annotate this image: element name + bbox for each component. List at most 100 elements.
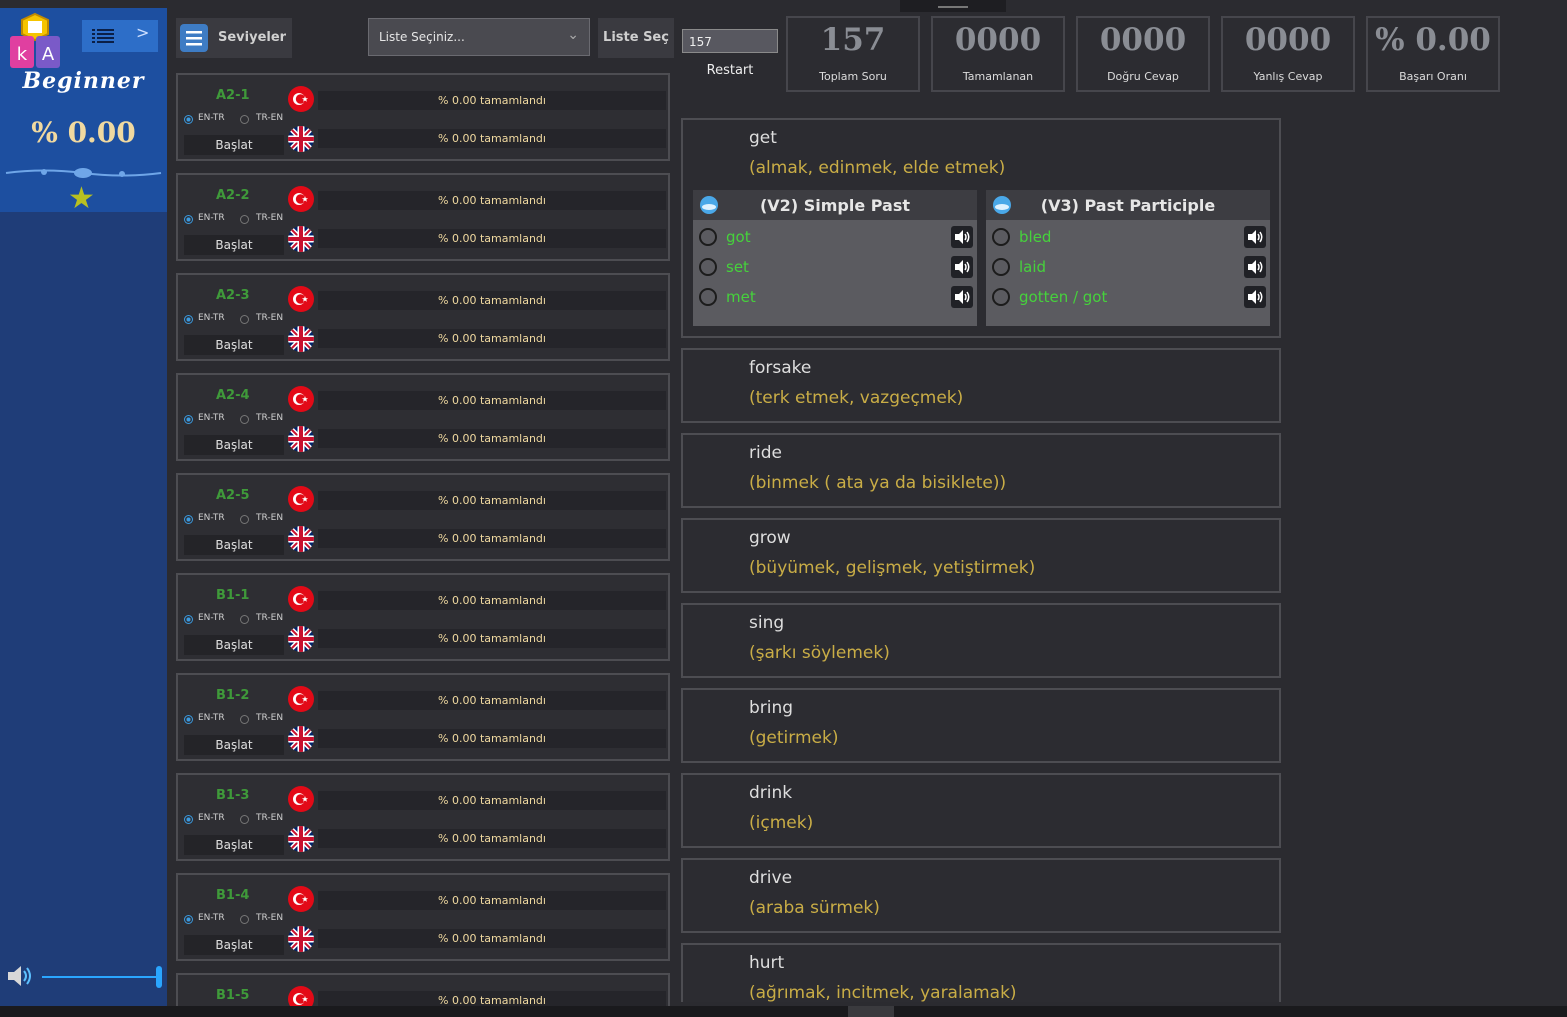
word-card[interactable]: drive (araba sürmek) (681, 858, 1281, 933)
radio-tr-en[interactable] (240, 815, 249, 824)
option-radio[interactable] (699, 228, 717, 246)
level-card: B1-4 EN-TR TR-EN Başlat % 0.00 tamamlandı % 0… (176, 873, 670, 961)
menu-toggle-button[interactable]: > (82, 20, 158, 52)
turkey-flag-icon (287, 985, 315, 1006)
speaker-icon[interactable] (6, 964, 34, 988)
word-card[interactable]: hurt (ağrımak, incitmek, yaralamak) (681, 943, 1281, 1002)
progress-en: % 0.00 tamamlandı (318, 929, 666, 948)
option-row[interactable]: gotten / got (986, 284, 1270, 310)
radio-tr-en[interactable] (240, 315, 249, 324)
uk-flag-icon (287, 225, 315, 253)
radio-en-tr[interactable] (184, 115, 193, 124)
level-summary: k A > Beginner % 0.00 ★ (0, 8, 167, 214)
radio-en-tr[interactable] (184, 515, 193, 524)
option-row[interactable]: got (693, 224, 977, 250)
top-drag-handle[interactable] (900, 0, 1006, 12)
word-card-active[interactable]: get (almak, edinmek, elde etmek) (V2) Si… (681, 118, 1281, 338)
stat-value: 0000 (1099, 22, 1187, 58)
progress-tr: % 0.00 tamamlandı (318, 891, 666, 910)
volume-slider-thumb[interactable] (156, 966, 162, 988)
list-select-value: Liste Seçiniz... (379, 30, 465, 44)
list-select-button[interactable]: Liste Seç (598, 18, 674, 58)
start-button[interactable]: Başlat (184, 535, 284, 555)
progress-tr: % 0.00 tamamlandı (318, 391, 666, 410)
radio-en-tr[interactable] (184, 815, 193, 824)
option-row[interactable]: laid (986, 254, 1270, 280)
option-radio[interactable] (992, 258, 1010, 276)
option-row[interactable]: set (693, 254, 977, 280)
start-button[interactable]: Başlat (184, 435, 284, 455)
level-card: B1-2 EN-TR TR-EN Başlat % 0.00 tamamlandı % 0… (176, 673, 670, 761)
radio-tr-en-label: TR-EN (256, 213, 284, 223)
radio-en-tr[interactable] (184, 715, 193, 724)
speaker-icon[interactable] (1244, 256, 1266, 278)
radio-tr-en-label: TR-EN (256, 413, 284, 423)
word-meaning: (araba sürmek) (749, 898, 880, 918)
radio-tr-en[interactable] (240, 515, 249, 524)
radio-tr-en[interactable] (240, 415, 249, 424)
option-radio[interactable] (992, 288, 1010, 306)
option-radio[interactable] (992, 228, 1010, 246)
turkey-flag-icon (287, 885, 315, 913)
bottom-drag-handle[interactable] (848, 1006, 894, 1017)
levels-button[interactable]: Seviyeler (176, 18, 292, 58)
radio-en-tr[interactable] (184, 415, 193, 424)
start-button[interactable]: Başlat (184, 635, 284, 655)
speaker-icon[interactable] (1244, 226, 1266, 248)
level-percent: % 0.00 (31, 116, 136, 149)
word-card[interactable]: ride (binmek ( ata ya da bisiklete)) (681, 433, 1281, 508)
stat-value: % 0.00 (1375, 22, 1491, 58)
radio-tr-en[interactable] (240, 715, 249, 724)
speaker-icon[interactable] (1244, 286, 1266, 308)
option-text: met (726, 288, 756, 306)
radio-tr-en[interactable] (240, 115, 249, 124)
radio-en-tr[interactable] (184, 315, 193, 324)
restart-count-input[interactable]: 157 (682, 29, 778, 53)
word-card[interactable]: drink (içmek) (681, 773, 1281, 848)
ornament-divider-icon (5, 168, 162, 178)
level-card-name: A2-1 (216, 88, 250, 103)
speaker-icon[interactable] (951, 256, 973, 278)
word-english: ride (749, 443, 782, 463)
word-card[interactable]: sing (şarkı söylemek) (681, 603, 1281, 678)
start-button[interactable]: Başlat (184, 835, 284, 855)
option-text: set (726, 258, 749, 276)
start-button[interactable]: Başlat (184, 235, 284, 255)
v3-header: (V3) Past Participle (986, 190, 1270, 220)
list-select-dropdown[interactable]: Liste Seçiniz... ⌄ (368, 18, 590, 56)
radio-tr-en[interactable] (240, 215, 249, 224)
option-row[interactable]: bled (986, 224, 1270, 250)
radio-tr-en[interactable] (240, 915, 249, 924)
start-button[interactable]: Başlat (184, 935, 284, 955)
radio-en-tr[interactable] (184, 615, 193, 624)
word-card[interactable]: bring (getirmek) (681, 688, 1281, 763)
progress-tr: % 0.00 tamamlandı (318, 491, 666, 510)
radio-tr-en-label: TR-EN (256, 513, 284, 523)
radio-en-tr[interactable] (184, 915, 193, 924)
radio-tr-en[interactable] (240, 615, 249, 624)
start-button[interactable]: Başlat (184, 335, 284, 355)
volume-slider[interactable] (42, 974, 160, 980)
stat-value: 0000 (954, 22, 1042, 58)
option-radio[interactable] (699, 288, 717, 306)
level-card-name: B1-5 (216, 988, 250, 1003)
speaker-icon[interactable] (951, 226, 973, 248)
level-name: Beginner (22, 68, 145, 94)
list-icon (92, 29, 114, 43)
start-button[interactable]: Başlat (184, 735, 284, 755)
word-card[interactable]: grow (büyümek, gelişmek, yetiştirmek) (681, 518, 1281, 593)
restart-button[interactable]: Restart (682, 58, 778, 84)
start-button[interactable]: Başlat (184, 135, 284, 155)
radio-en-tr[interactable] (184, 215, 193, 224)
option-radio[interactable] (699, 258, 717, 276)
word-meaning: (terk etmek, vazgeçmek) (749, 388, 964, 408)
turkey-flag-icon (287, 485, 315, 513)
word-english: get (749, 128, 777, 148)
word-card[interactable]: forsake (terk etmek, vazgeçmek) (681, 348, 1281, 423)
speaker-icon[interactable] (951, 286, 973, 308)
stat-label: Tamamlanan (962, 70, 1034, 83)
progress-en: % 0.00 tamamlandı (318, 729, 666, 748)
level-card-name: A2-2 (216, 188, 250, 203)
option-row[interactable]: met (693, 284, 977, 310)
radio-en-tr-label: EN-TR (198, 913, 225, 923)
